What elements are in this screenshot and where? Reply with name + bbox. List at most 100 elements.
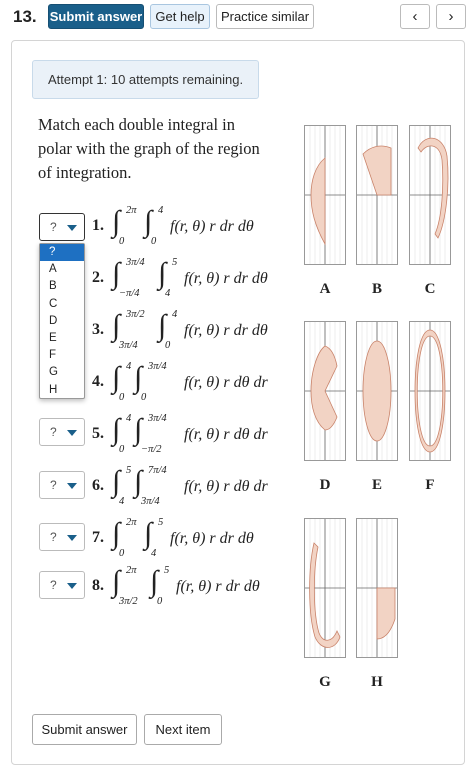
outer-upper-limit: 4	[126, 413, 132, 424]
integral-sign: ∫	[112, 413, 121, 446]
dropdown-option[interactable]: H	[40, 382, 84, 399]
integral-number: 1.	[92, 217, 104, 234]
integral-sign: ∫	[134, 361, 143, 394]
select-value: ?	[50, 530, 57, 544]
get-help-button[interactable]: Get help	[150, 4, 210, 29]
inner-lower-limit: 0	[141, 392, 147, 403]
integral-sign: ∫	[112, 257, 121, 290]
previous-question-button[interactable]: ‹	[400, 4, 430, 29]
integrand: f(r, θ) r dr dθ	[184, 322, 268, 339]
integral-number: 5.	[92, 425, 104, 442]
select-value: ?	[50, 425, 57, 439]
attempt-banner: Attempt 1: 10 attempts remaining.	[32, 60, 259, 99]
prompt-line: of integration.	[38, 163, 132, 182]
select-value: ?	[50, 578, 57, 592]
integral-number: 8.	[92, 577, 104, 594]
answer-dropdown-list: ? A B C D E F G H	[39, 243, 85, 399]
inner-upper-limit: 5	[172, 257, 178, 268]
dropdown-option[interactable]: D	[40, 313, 84, 330]
inner-upper-limit: 3π/4	[148, 361, 167, 372]
dropdown-option[interactable]: F	[40, 347, 84, 364]
integrand: f(r, θ) r dr dθ	[170, 530, 254, 547]
graph-h	[356, 518, 398, 658]
integral-sign: ∫	[112, 465, 121, 498]
dropdown-option[interactable]: C	[40, 296, 84, 313]
answer-select-5[interactable]: ?	[39, 418, 85, 446]
integral-sign: ∫	[150, 565, 159, 598]
outer-upper-limit: 2π	[126, 205, 137, 216]
caret-down-icon	[67, 535, 77, 541]
dropdown-option[interactable]: A	[40, 261, 84, 278]
outer-lower-limit: 3π/2	[119, 596, 138, 607]
question-card: Attempt 1: 10 attempts remaining. Match …	[11, 40, 465, 765]
integral-number: 3.	[92, 321, 104, 338]
chevron-right-icon: ›	[448, 8, 454, 25]
graph-d	[304, 321, 346, 461]
graph-label: D	[319, 477, 331, 493]
practice-similar-button[interactable]: Practice similar	[216, 4, 314, 29]
prompt-line: Match each double integral in	[38, 115, 236, 134]
answer-select-8[interactable]: ?	[39, 571, 85, 599]
answer-select-1[interactable]: ?	[39, 213, 85, 241]
question-toolbar: 13. Submit answer Get help Practice simi…	[0, 0, 474, 36]
integral-sign: ∫	[134, 465, 143, 498]
integral-sign: ∫	[112, 205, 121, 238]
outer-upper-limit: 4	[126, 361, 132, 372]
submit-answer-bottom-button[interactable]: Submit answer	[32, 714, 137, 745]
chevron-left-icon: ‹	[412, 8, 418, 25]
caret-down-icon	[67, 225, 77, 231]
integrand: f(r, θ) r dr dθ	[170, 218, 254, 235]
inner-lower-limit: 4	[165, 288, 171, 299]
integrand: f(r, θ) r dr dθ	[184, 270, 268, 287]
integral-sign: ∫	[134, 413, 143, 446]
integrand: f(r, θ) r dθ dr	[184, 374, 268, 391]
outer-upper-limit: 2π	[126, 565, 137, 576]
dropdown-option[interactable]: E	[40, 330, 84, 347]
inner-lower-limit: −π/2	[141, 444, 162, 455]
caret-down-icon	[67, 583, 77, 589]
answer-select-7[interactable]: ?	[39, 523, 85, 551]
inner-lower-limit: 0	[157, 596, 163, 607]
outer-upper-limit: 3π/2	[126, 309, 145, 320]
select-value: ?	[50, 478, 57, 492]
integral-sign: ∫	[112, 309, 121, 342]
dropdown-option[interactable]: G	[40, 364, 84, 381]
graph-e	[356, 321, 398, 461]
outer-lower-limit: 0	[119, 444, 125, 455]
inner-lower-limit: 4	[151, 548, 157, 559]
inner-lower-limit: 0	[151, 236, 157, 247]
graph-label: E	[371, 477, 382, 493]
graph-label: H	[371, 674, 383, 690]
next-question-button[interactable]: ›	[436, 4, 466, 29]
dropdown-option[interactable]: ?	[40, 244, 84, 262]
graph-label: B	[371, 281, 382, 297]
next-item-button[interactable]: Next item	[144, 714, 222, 745]
integrand: f(r, θ) r dθ dr	[184, 426, 268, 443]
graph-label: G	[319, 674, 331, 690]
inner-upper-limit: 7π/4	[148, 465, 167, 476]
inner-upper-limit: 3π/4	[148, 413, 167, 424]
outer-upper-limit: 3π/4	[126, 257, 145, 268]
graph-label: C	[424, 281, 436, 297]
caret-down-icon	[67, 430, 77, 436]
graph-label: A	[319, 281, 331, 297]
integrand: f(r, θ) r dθ dr	[184, 478, 268, 495]
answer-select-6[interactable]: ?	[39, 471, 85, 499]
question-prompt: Match each double integral in polar with…	[38, 113, 278, 185]
inner-upper-limit: 4	[172, 309, 178, 320]
integral-sign: ∫	[144, 517, 153, 550]
integral-sign: ∫	[144, 205, 153, 238]
integral-number: 7.	[92, 529, 104, 546]
integral-number: 4.	[92, 373, 104, 390]
outer-lower-limit: 0	[119, 236, 125, 247]
question-number: 13.	[13, 7, 37, 26]
outer-lower-limit: 0	[119, 548, 125, 559]
submit-answer-button[interactable]: Submit answer	[48, 4, 144, 29]
integral-number: 6.	[92, 477, 104, 494]
inner-upper-limit: 4	[158, 205, 164, 216]
integral-sign: ∫	[158, 309, 167, 342]
prompt-line: polar with the graph of the region	[38, 139, 260, 158]
outer-lower-limit: 4	[119, 496, 125, 507]
dropdown-option[interactable]: B	[40, 278, 84, 295]
graph-a	[304, 125, 346, 265]
